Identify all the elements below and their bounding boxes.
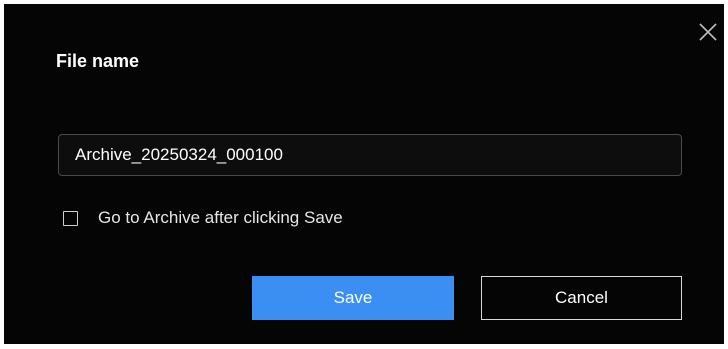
file-name-input[interactable] — [58, 134, 682, 176]
close-icon — [699, 23, 717, 41]
go-to-archive-label: Go to Archive after clicking Save — [98, 208, 343, 227]
dialog-title: File name — [56, 51, 140, 71]
go-to-archive-checkbox[interactable] — [63, 210, 78, 226]
cancel-button[interactable]: Cancel — [481, 276, 682, 320]
go-to-archive-option[interactable]: Go to Archive after clicking Save — [63, 208, 343, 228]
close-button[interactable] — [696, 20, 720, 44]
save-button[interactable]: Save — [252, 276, 454, 320]
file-name-dialog: File name Go to Archive after clicking S… — [4, 4, 724, 344]
